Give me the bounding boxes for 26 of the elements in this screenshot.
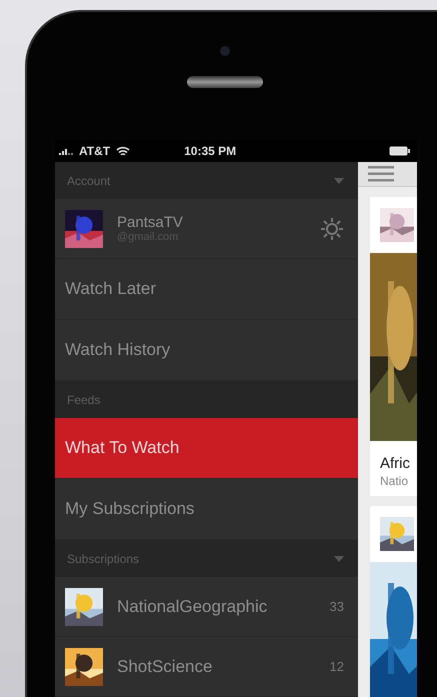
channel-row[interactable]: ShotScience 12	[55, 637, 358, 697]
menu-item[interactable]: What To Watch	[55, 418, 358, 479]
carrier-name: AT&T	[79, 144, 110, 158]
caret-icon[interactable]	[334, 178, 344, 184]
signal-icon	[59, 147, 73, 155]
battery-icon	[389, 146, 411, 156]
caret-icon[interactable]	[334, 556, 344, 562]
status-time: 10:35 PM	[184, 144, 236, 158]
channel-row[interactable]: NationalGeographic 33	[55, 577, 358, 637]
settings-icon[interactable]	[320, 216, 344, 240]
menu-icon[interactable]	[368, 166, 394, 182]
wifi-icon	[116, 146, 130, 156]
section-title: Account	[67, 174, 110, 188]
camera-icon	[220, 46, 230, 56]
section-title: Feeds	[67, 392, 100, 406]
speaker-icon	[187, 76, 263, 88]
video-count: 33	[330, 599, 344, 614]
account-name: PantsaTV	[117, 214, 184, 231]
video-card[interactable]: Afric Natio	[370, 197, 417, 496]
channel-label: Natio	[379, 473, 410, 490]
section-title: Subscriptions	[67, 552, 140, 566]
channel-name: ShotScience	[117, 656, 214, 676]
channel-name: NationalGeographic	[117, 596, 268, 616]
video-title: Afric	[379, 454, 411, 472]
video-card[interactable]	[370, 506, 417, 697]
video-count: 12	[330, 659, 344, 674]
